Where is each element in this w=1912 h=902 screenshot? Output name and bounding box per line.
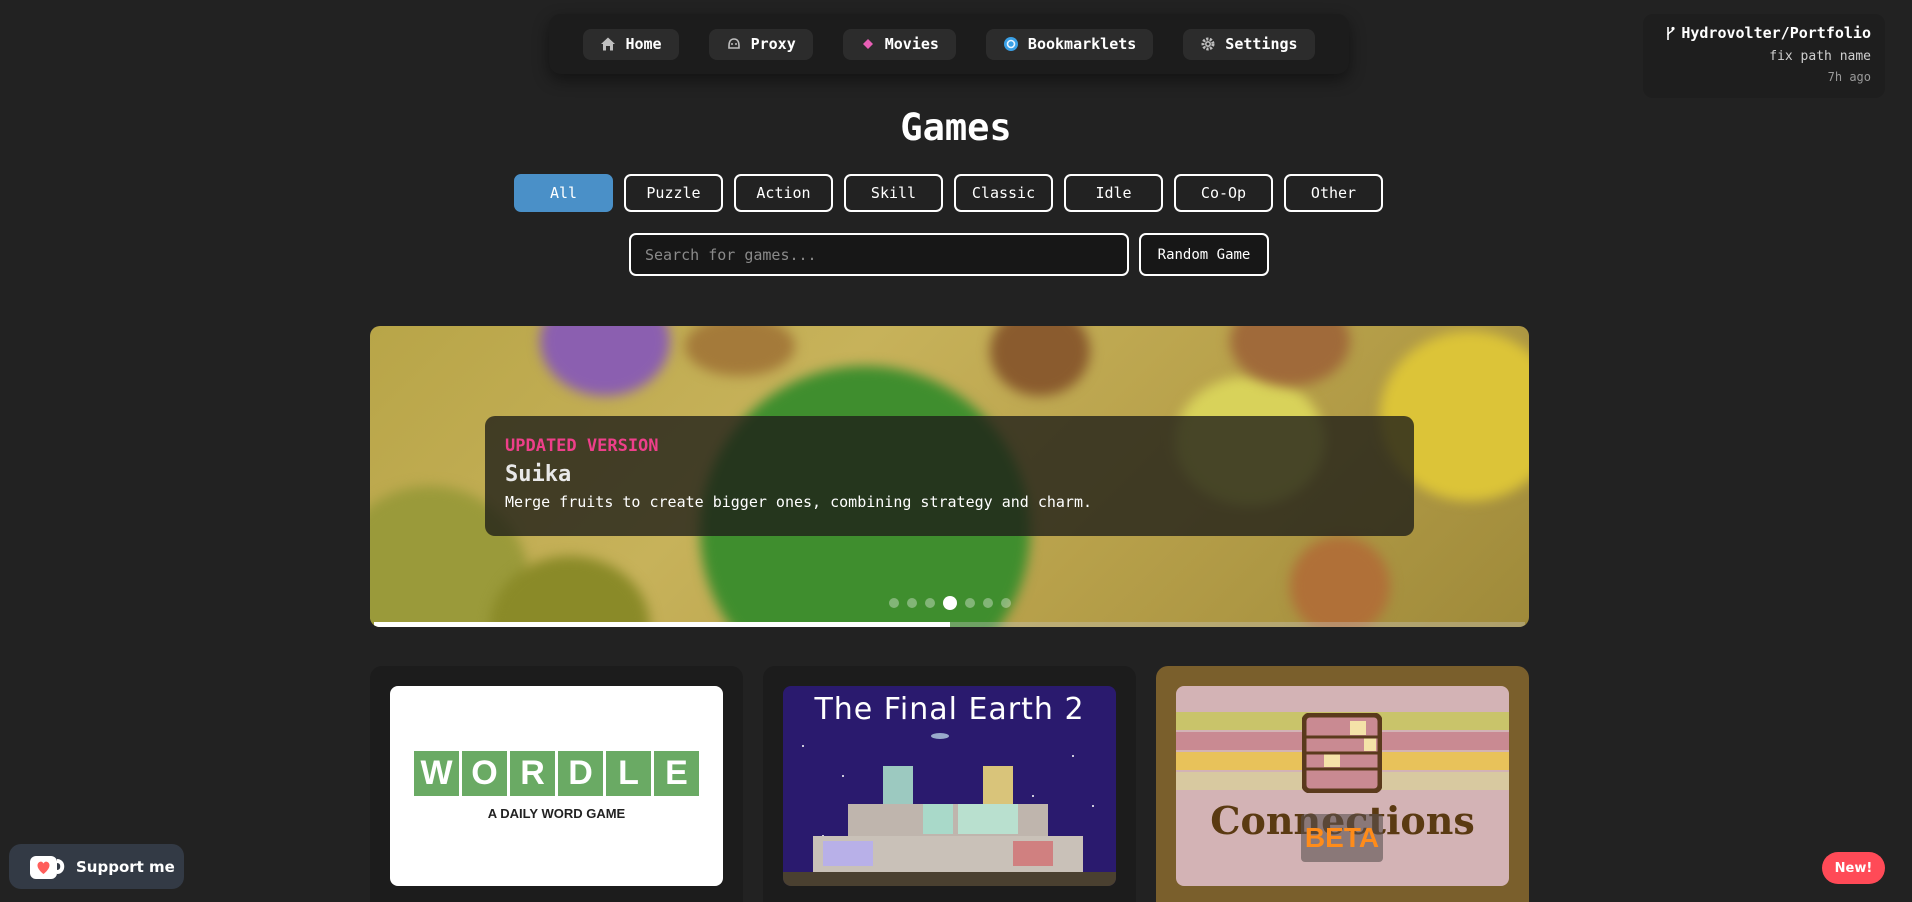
new-badge-button[interactable]: New! (1822, 852, 1885, 884)
gear-icon (1201, 37, 1215, 51)
nav-bookmarklets-button[interactable]: Bookmarklets (985, 28, 1154, 60)
support-me-label: Support me (76, 857, 175, 876)
commit-message: fix path name (1769, 49, 1871, 64)
filter-action-button[interactable]: Action (734, 174, 833, 212)
carousel-game-description: Merge fruits to create bigger ones, comb… (505, 493, 1092, 511)
movies-icon (862, 39, 873, 49)
carousel-dot[interactable] (982, 598, 993, 608)
nav-proxy-label: Proxy (750, 35, 796, 53)
carousel-dot[interactable] (906, 598, 917, 608)
top-nav: Home Proxy Movies Bookmarklets Settings (549, 14, 1349, 74)
nav-home-label: Home (625, 35, 662, 53)
nav-settings-label: Settings (1225, 35, 1298, 53)
game-card-connections[interactable]: Connections BETA (1156, 666, 1529, 902)
search-input[interactable] (629, 233, 1129, 276)
wordle-tile: W (414, 751, 459, 796)
carousel-caption: UPDATED VERSION Suika Merge fruits to cr… (485, 416, 1414, 536)
category-filters: All Puzzle Action Skill Classic Idle Co-… (514, 174, 1383, 212)
carousel-progress-fill (374, 622, 950, 627)
filter-classic-button[interactable]: Classic (954, 174, 1053, 212)
commit-repo: Hydrovolter/Portfolio (1657, 24, 1871, 42)
carousel-dot[interactable] (924, 598, 935, 608)
filter-other-button[interactable]: Other (1284, 174, 1383, 212)
connections-grid-icon (1302, 713, 1382, 793)
final-earth-thumbnail: The Final Earth 2 (783, 686, 1116, 886)
carousel-game-title: Suika (505, 462, 572, 487)
carousel-bg-fruit (685, 326, 795, 376)
carousel-bg-fruit (1290, 536, 1390, 627)
carousel-tag: UPDATED VERSION (505, 436, 659, 456)
proxy-icon (727, 38, 740, 49)
filter-idle-button[interactable]: Idle (1064, 174, 1163, 212)
carousel-dot[interactable] (942, 596, 957, 610)
wordle-logo: W O R D L E (414, 751, 699, 796)
carousel-progress-track (374, 622, 1525, 627)
wordle-tile: R (510, 751, 555, 796)
carousel-dot[interactable] (964, 598, 975, 608)
carousel-bg-fruit (540, 326, 670, 396)
wordle-tile: D (558, 751, 603, 796)
page-title: Games (900, 106, 1012, 149)
wordle-tile: L (606, 751, 651, 796)
filter-coop-button[interactable]: Co-Op (1174, 174, 1273, 212)
commit-repo-name: Hydrovolter/Portfolio (1681, 24, 1871, 42)
connections-beta-badge: BETA (1301, 814, 1383, 862)
filter-all-button[interactable]: All (514, 174, 613, 212)
wordle-thumbnail: W O R D L E A DAILY WORD GAME (390, 686, 723, 886)
nav-proxy-button[interactable]: Proxy (708, 28, 813, 60)
random-game-button[interactable]: Random Game (1139, 233, 1269, 276)
kofi-cup-icon (30, 855, 65, 879)
home-icon (601, 37, 616, 51)
nav-movies-button[interactable]: Movies (842, 28, 956, 60)
final-earth-title: The Final Earth 2 (814, 692, 1085, 727)
wordle-tile: E (654, 751, 699, 796)
carousel-dot[interactable] (888, 598, 899, 608)
commit-time: 7h ago (1827, 70, 1871, 84)
nav-home-button[interactable]: Home (583, 28, 679, 60)
filter-puzzle-button[interactable]: Puzzle (624, 174, 723, 212)
carousel-bg-fruit (990, 326, 1090, 396)
carousel-dots (370, 596, 1529, 610)
filter-skill-button[interactable]: Skill (844, 174, 943, 212)
nav-settings-button[interactable]: Settings (1183, 28, 1315, 60)
git-branch-icon (1667, 26, 1675, 40)
support-me-button[interactable]: Support me (9, 844, 184, 889)
wordle-subtitle: A DAILY WORD GAME (487, 806, 626, 821)
wordle-tile: O (462, 751, 507, 796)
bookmarklets-icon (1003, 37, 1018, 51)
latest-commit-card[interactable]: Hydrovolter/Portfolio fix path name 7h a… (1643, 14, 1885, 98)
nav-bookmarklets-label: Bookmarklets (1027, 35, 1137, 53)
nav-movies-label: Movies (884, 35, 939, 53)
game-card-wordle[interactable]: W O R D L E A DAILY WORD GAME (370, 666, 743, 902)
carousel-dot[interactable] (1000, 598, 1011, 608)
connections-thumbnail: Connections BETA (1176, 686, 1509, 886)
featured-carousel[interactable]: UPDATED VERSION Suika Merge fruits to cr… (370, 326, 1529, 627)
game-card-final-earth-2[interactable]: The Final Earth 2 (763, 666, 1136, 902)
